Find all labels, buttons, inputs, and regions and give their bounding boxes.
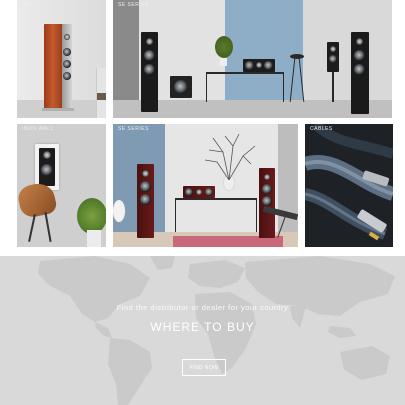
gallery-tile-inon-wall[interactable]: INON WALL bbox=[17, 124, 106, 247]
tile-label: CABLES bbox=[310, 126, 333, 132]
cables-image bbox=[305, 124, 393, 241]
table-leg bbox=[206, 72, 207, 102]
woofer bbox=[140, 194, 151, 205]
gallery-tile-se-series-wide[interactable]: SE SERIES bbox=[113, 0, 392, 118]
lamp-image bbox=[113, 200, 125, 222]
gallery-tile-se-series-room[interactable]: SE SERIES bbox=[113, 124, 298, 247]
woofer bbox=[264, 61, 273, 70]
tweeter bbox=[356, 38, 363, 45]
table-top bbox=[206, 72, 284, 74]
find-now-button[interactable]: FIND NOW bbox=[182, 359, 226, 376]
table-leg bbox=[283, 72, 284, 102]
tweeter bbox=[330, 46, 336, 52]
tweeter bbox=[146, 38, 153, 45]
tweeter bbox=[196, 189, 202, 195]
woofer bbox=[144, 64, 155, 75]
tile-label: SE SERIES bbox=[118, 126, 149, 132]
gallery-tile-cables[interactable]: CABLES bbox=[305, 124, 393, 247]
chair-seat bbox=[97, 93, 106, 100]
wall-dark-panel bbox=[113, 0, 139, 100]
tile-label: INON WALL bbox=[22, 126, 54, 132]
tweeter bbox=[264, 174, 270, 180]
woofer bbox=[329, 55, 337, 63]
woofer bbox=[205, 188, 213, 196]
where-to-buy-section: Find the distributor or dealer for your … bbox=[0, 256, 405, 405]
chair-leg bbox=[28, 214, 36, 242]
tweeter bbox=[64, 34, 70, 40]
woofer bbox=[262, 184, 272, 194]
woofer bbox=[245, 61, 254, 70]
woofer bbox=[262, 196, 272, 206]
plant-pot bbox=[87, 230, 101, 247]
speaker-base bbox=[42, 108, 74, 111]
plant-image bbox=[77, 198, 106, 234]
woofer bbox=[63, 60, 71, 68]
tile-label: RT1 bbox=[22, 2, 33, 8]
table-top bbox=[175, 198, 257, 200]
woofer bbox=[185, 188, 193, 196]
tweeter bbox=[256, 62, 262, 68]
woofer bbox=[63, 72, 71, 80]
plant-pot bbox=[220, 58, 227, 66]
woofer bbox=[140, 181, 151, 192]
table-leg bbox=[175, 198, 176, 232]
woofer bbox=[63, 48, 71, 56]
woofer bbox=[144, 50, 155, 61]
tweeter bbox=[43, 151, 51, 159]
table-leg bbox=[256, 198, 257, 232]
woofer bbox=[41, 164, 53, 176]
wall-right bbox=[303, 0, 392, 100]
speaker-stand bbox=[332, 72, 334, 102]
stool-image bbox=[290, 54, 304, 59]
plant-image bbox=[215, 36, 233, 58]
tweeter bbox=[142, 170, 149, 177]
sub-driver bbox=[174, 80, 188, 94]
gallery-tile-rt1[interactable]: RT1 bbox=[17, 0, 106, 118]
where-to-buy-title: WHERE TO BUY bbox=[150, 320, 255, 334]
woofer bbox=[354, 50, 365, 61]
branches-image bbox=[204, 133, 256, 180]
where-to-buy-subtitle: Find the distributor or dealer for your … bbox=[116, 303, 289, 312]
chair-leg bbox=[44, 212, 52, 242]
woofer bbox=[354, 64, 365, 75]
tile-label: SE SERIES bbox=[118, 2, 149, 8]
